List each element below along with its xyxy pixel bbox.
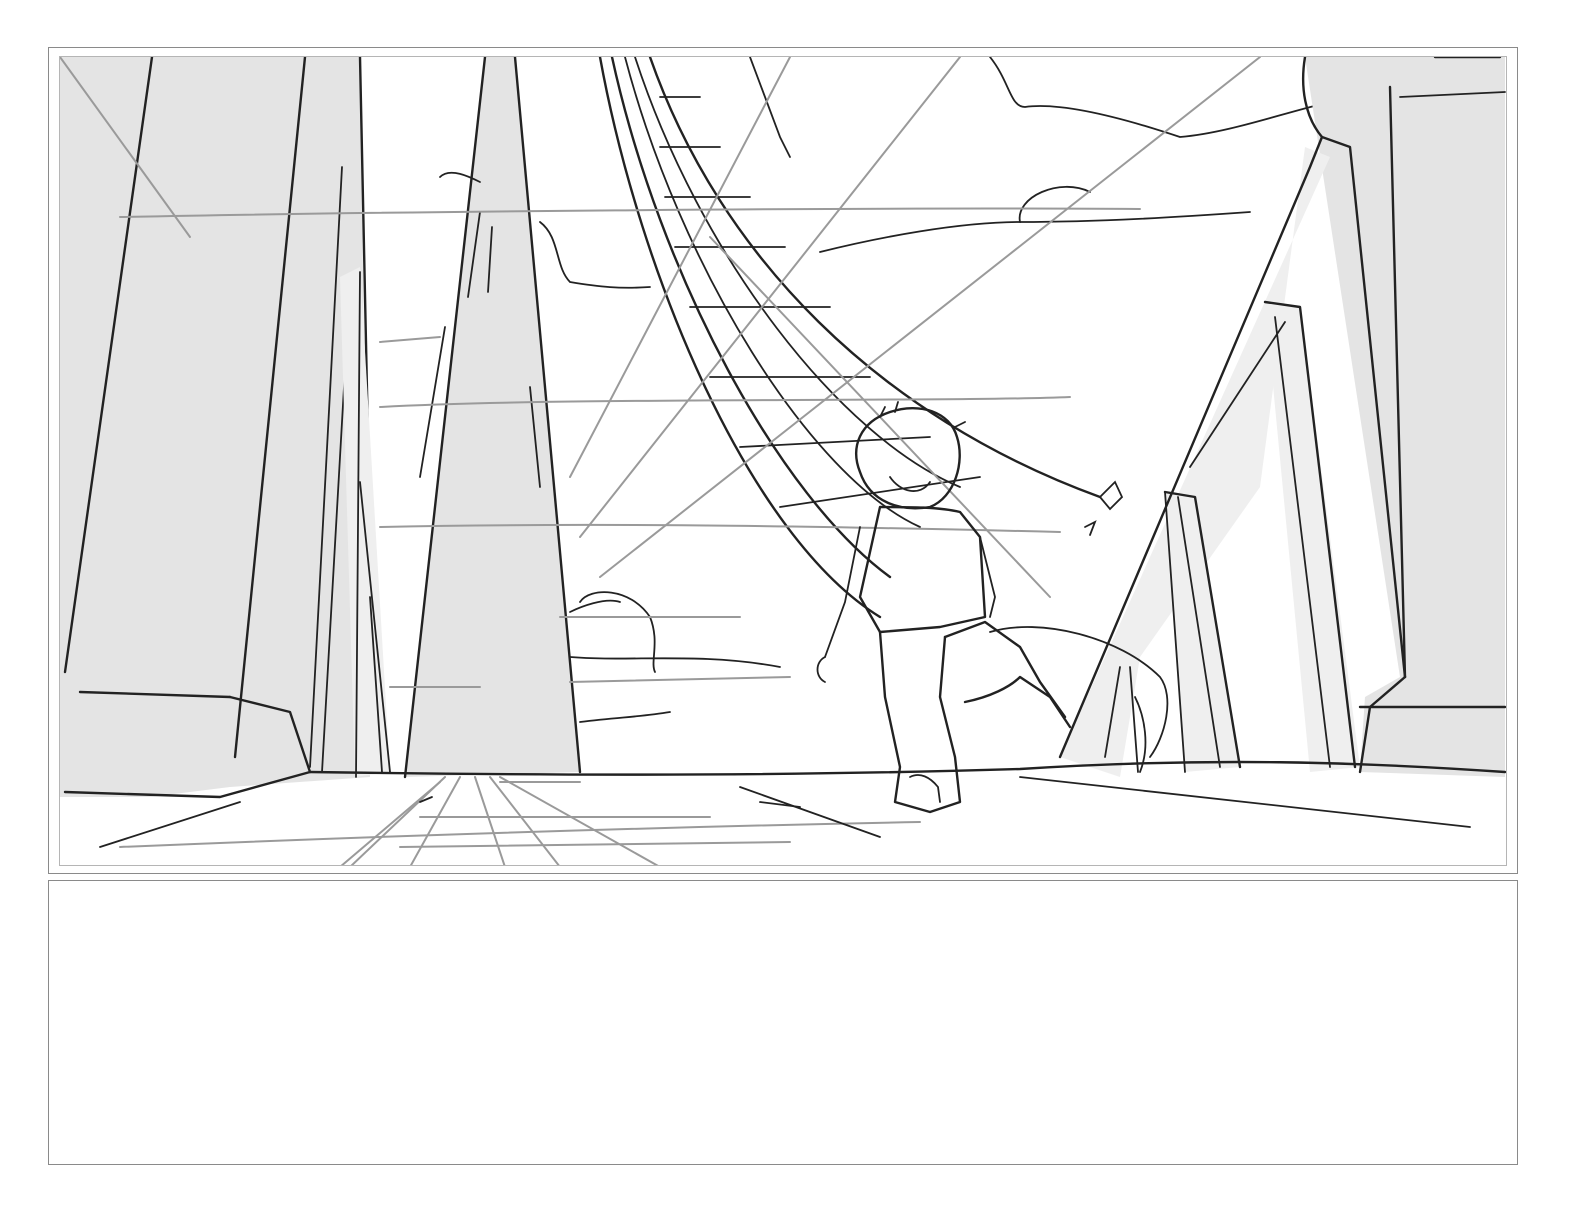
storyboard-panel — [48, 47, 1518, 874]
notes-box[interactable] — [48, 880, 1518, 1165]
right-structure — [1058, 57, 1506, 777]
panel-sketch — [60, 57, 1506, 865]
panel-drawing-area — [59, 56, 1507, 866]
rope-bridge — [598, 57, 1124, 619]
clouds — [439, 57, 1361, 723]
left-pillar — [60, 57, 377, 799]
center-pillar — [403, 57, 582, 779]
